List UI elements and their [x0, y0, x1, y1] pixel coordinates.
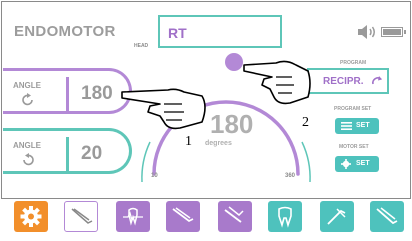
- dial-max: 360: [285, 173, 296, 179]
- tool-button-3[interactable]: [166, 201, 200, 232]
- angle-forward-label: ANGLE: [13, 81, 41, 90]
- pointing-hand-icon: [121, 88, 206, 130]
- gear-icon: [341, 159, 351, 169]
- angle-forward-value: 180: [81, 83, 113, 104]
- program-value: RECIPR.: [323, 76, 364, 87]
- tool-button-2[interactable]: [116, 201, 150, 232]
- angle-forward-field[interactable]: ANGLE 180: [3, 68, 132, 114]
- rotate-clockwise-icon: [22, 93, 33, 106]
- motor-set-button[interactable]: SET: [335, 156, 379, 172]
- menu-icon: [341, 122, 352, 130]
- program-label: PROGRAM: [340, 60, 367, 66]
- tool-button-6[interactable]: [320, 201, 354, 232]
- handpiece-icon: [172, 207, 194, 223]
- dial-unit: degrees: [205, 140, 232, 147]
- settings-button[interactable]: [14, 201, 48, 232]
- tool-button-7[interactable]: [370, 201, 404, 232]
- handpiece-icon: [327, 208, 346, 225]
- program-select[interactable]: RECIPR.: [307, 68, 389, 94]
- program-set-button[interactable]: SET: [335, 118, 379, 134]
- tooth-scan-icon: [123, 207, 143, 226]
- endomotor-screen: ENDOMOTOR HEAD RT 180 degrees 10 360 ANG…: [1, 1, 411, 199]
- dial-value: 180: [210, 109, 254, 139]
- divider: [66, 137, 69, 171]
- program-set-label: PROGRAM SET: [334, 106, 372, 112]
- program-set-text: SET: [356, 122, 370, 129]
- pointing-hand-icon: [243, 60, 311, 105]
- rotate-counterclockwise-icon: [23, 153, 34, 166]
- motor-set-text: SET: [356, 160, 370, 167]
- divider: [66, 77, 69, 111]
- tool-button-4[interactable]: [218, 201, 252, 232]
- handpiece-icon: [376, 207, 398, 225]
- handpiece-icon: [71, 208, 93, 224]
- angle-reverse-value: 20: [81, 143, 103, 164]
- gear-icon: [20, 206, 42, 227]
- callout-1: 1: [185, 134, 192, 149]
- motor-set-label: MOTOR SET: [339, 144, 369, 150]
- tool-button-5[interactable]: [268, 201, 302, 232]
- dial-handle: [225, 53, 243, 71]
- tool-button-1[interactable]: [64, 201, 98, 232]
- tooth-icon: [278, 206, 292, 228]
- reciprocate-icon: [372, 76, 382, 85]
- dial-min: 10: [151, 173, 158, 179]
- angle-reverse-label: ANGLE: [13, 141, 41, 150]
- handpiece-icon: [224, 206, 244, 223]
- callout-2: 2: [302, 115, 309, 130]
- angle-reverse-field[interactable]: ANGLE 20: [3, 128, 132, 174]
